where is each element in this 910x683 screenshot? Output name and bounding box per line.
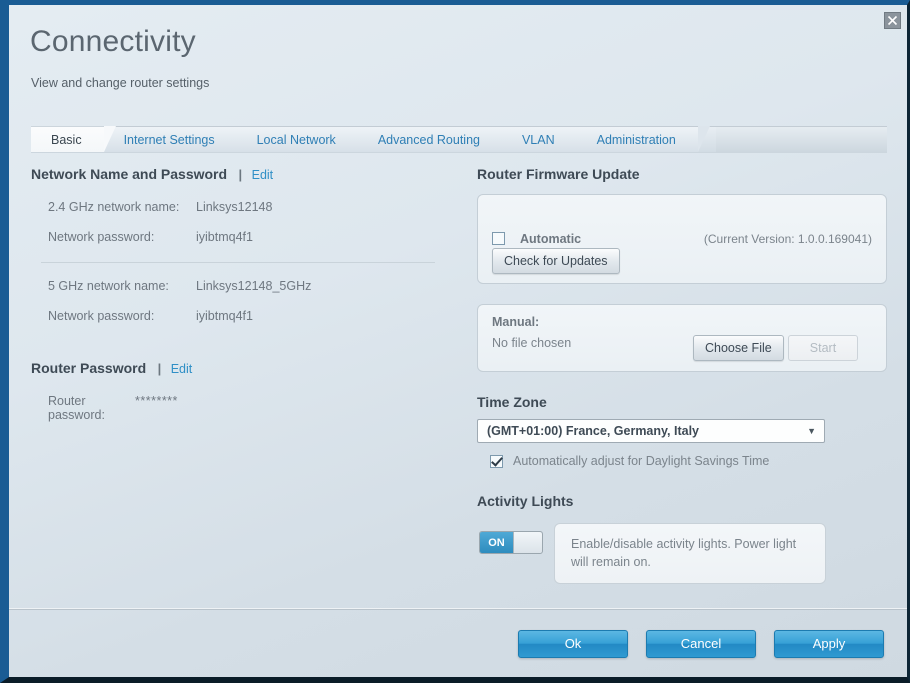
toggle-state-label: ON: [480, 532, 513, 553]
chevron-down-icon: ▼: [807, 426, 816, 436]
divider: [41, 262, 435, 263]
manual-label: Manual:: [492, 315, 540, 329]
field-value: Linksys12148_5GHz: [196, 279, 312, 293]
tab-administration[interactable]: Administration: [576, 126, 711, 152]
automatic-checkbox-wrapper[interactable]: [492, 230, 505, 248]
field-value: iyibtmq4f1: [196, 309, 253, 323]
field-value: ********: [135, 394, 178, 408]
check-for-updates-button[interactable]: Check for Updates: [492, 248, 620, 274]
field-label: Network password:: [48, 309, 155, 323]
page-title: Connectivity: [30, 25, 196, 58]
tab-strip: Basic Internet Settings Local Network Ad…: [31, 126, 716, 152]
tab-vlan[interactable]: VLAN: [501, 126, 589, 152]
tab-label: Local Network: [256, 132, 336, 147]
field-label: Router password:: [48, 394, 105, 422]
row-5ghz-name: 5 GHz network name: Linksys12148_5GHz: [31, 279, 441, 293]
tab-label: Administration: [596, 132, 676, 147]
tab-bar: Basic Internet Settings Local Network Ad…: [31, 126, 887, 153]
separator: |: [157, 361, 162, 376]
time-zone-section-title: Time Zone: [477, 394, 547, 410]
separator: |: [238, 167, 243, 182]
row-router-password: Router password: ********: [31, 394, 441, 422]
time-zone-selected-value: (GMT+01:00) France, Germany, Italy: [487, 424, 699, 438]
dst-label: Automatically adjust for Daylight Saving…: [513, 454, 770, 468]
close-icon[interactable]: [884, 12, 901, 29]
current-version-text: (Current Version: 1.0.0.169041): [703, 232, 872, 246]
dst-checkbox[interactable]: [490, 454, 503, 468]
field-label: Network password:: [48, 230, 155, 244]
choose-file-button[interactable]: Choose File: [693, 335, 784, 361]
page-subtitle: View and change router settings: [31, 76, 210, 90]
field-value: iyibtmq4f1: [196, 230, 253, 244]
activity-lights-note: Enable/disable activity lights. Power li…: [554, 523, 826, 585]
tab-local-network[interactable]: Local Network: [236, 126, 371, 152]
automatic-label: Automatic: [520, 232, 582, 246]
activity-lights-toggle[interactable]: ON: [479, 531, 543, 554]
router-password-header: Router Password | Edit: [31, 360, 441, 378]
right-column: Router Firmware Update Automatic (Curren…: [477, 166, 889, 585]
tab-advanced-routing[interactable]: Advanced Routing: [357, 126, 515, 152]
dst-row: Automatically adjust for Daylight Saving…: [477, 454, 889, 468]
tab-basic[interactable]: Basic: [31, 126, 116, 152]
firmware-section-title: Router Firmware Update: [477, 166, 640, 182]
tab-label: Advanced Routing: [377, 132, 480, 147]
section-title: Network Name and Password: [31, 166, 228, 182]
manual-update-panel: Manual: No file chosen Choose File Start: [477, 304, 887, 372]
section-title: Router Password: [31, 360, 147, 376]
tab-internet-settings[interactable]: Internet Settings: [103, 126, 249, 152]
toggle-knob[interactable]: [513, 532, 542, 553]
row-5ghz-password: Network password: iyibtmq4f1: [31, 309, 441, 323]
field-value: Linksys12148: [196, 200, 273, 214]
left-column: Network Name and Password | Edit 2.4 GHz…: [31, 166, 441, 422]
settings-content: Network Name and Password | Edit 2.4 GHz…: [9, 152, 907, 677]
ok-button[interactable]: Ok: [518, 629, 628, 658]
apply-button[interactable]: Apply: [774, 629, 884, 658]
edit-router-password-link[interactable]: Edit: [171, 362, 193, 376]
network-name-password-header: Network Name and Password | Edit: [31, 166, 441, 184]
connectivity-dialog: Connectivity View and change router sett…: [0, 0, 910, 683]
firmware-update-panel: Automatic (Current Version: 1.0.0.169041…: [477, 194, 887, 284]
automatic-checkbox[interactable]: [492, 232, 505, 246]
tab-label: Basic: [51, 132, 82, 147]
field-label: 5 GHz network name:: [48, 279, 169, 293]
activity-lights-row: ON Enable/disable activity lights. Power…: [477, 523, 889, 585]
dialog-footer: Ok Cancel Apply: [9, 610, 907, 677]
cancel-button[interactable]: Cancel: [646, 629, 756, 658]
window-edge-artifact: [0, 375, 9, 427]
row-24ghz-password: Network password: iyibtmq4f1: [31, 230, 441, 244]
file-status-text: No file chosen: [492, 336, 572, 350]
row-24ghz-name: 2.4 GHz network name: Linksys12148: [31, 200, 441, 214]
tab-label: Internet Settings: [123, 132, 215, 147]
edit-network-link[interactable]: Edit: [252, 168, 274, 182]
time-zone-select[interactable]: (GMT+01:00) France, Germany, Italy ▼: [477, 419, 825, 443]
tab-label: VLAN: [521, 132, 555, 147]
field-label: 2.4 GHz network name:: [48, 200, 180, 214]
start-button: Start: [788, 335, 858, 361]
activity-lights-section-title: Activity Lights: [477, 493, 574, 509]
